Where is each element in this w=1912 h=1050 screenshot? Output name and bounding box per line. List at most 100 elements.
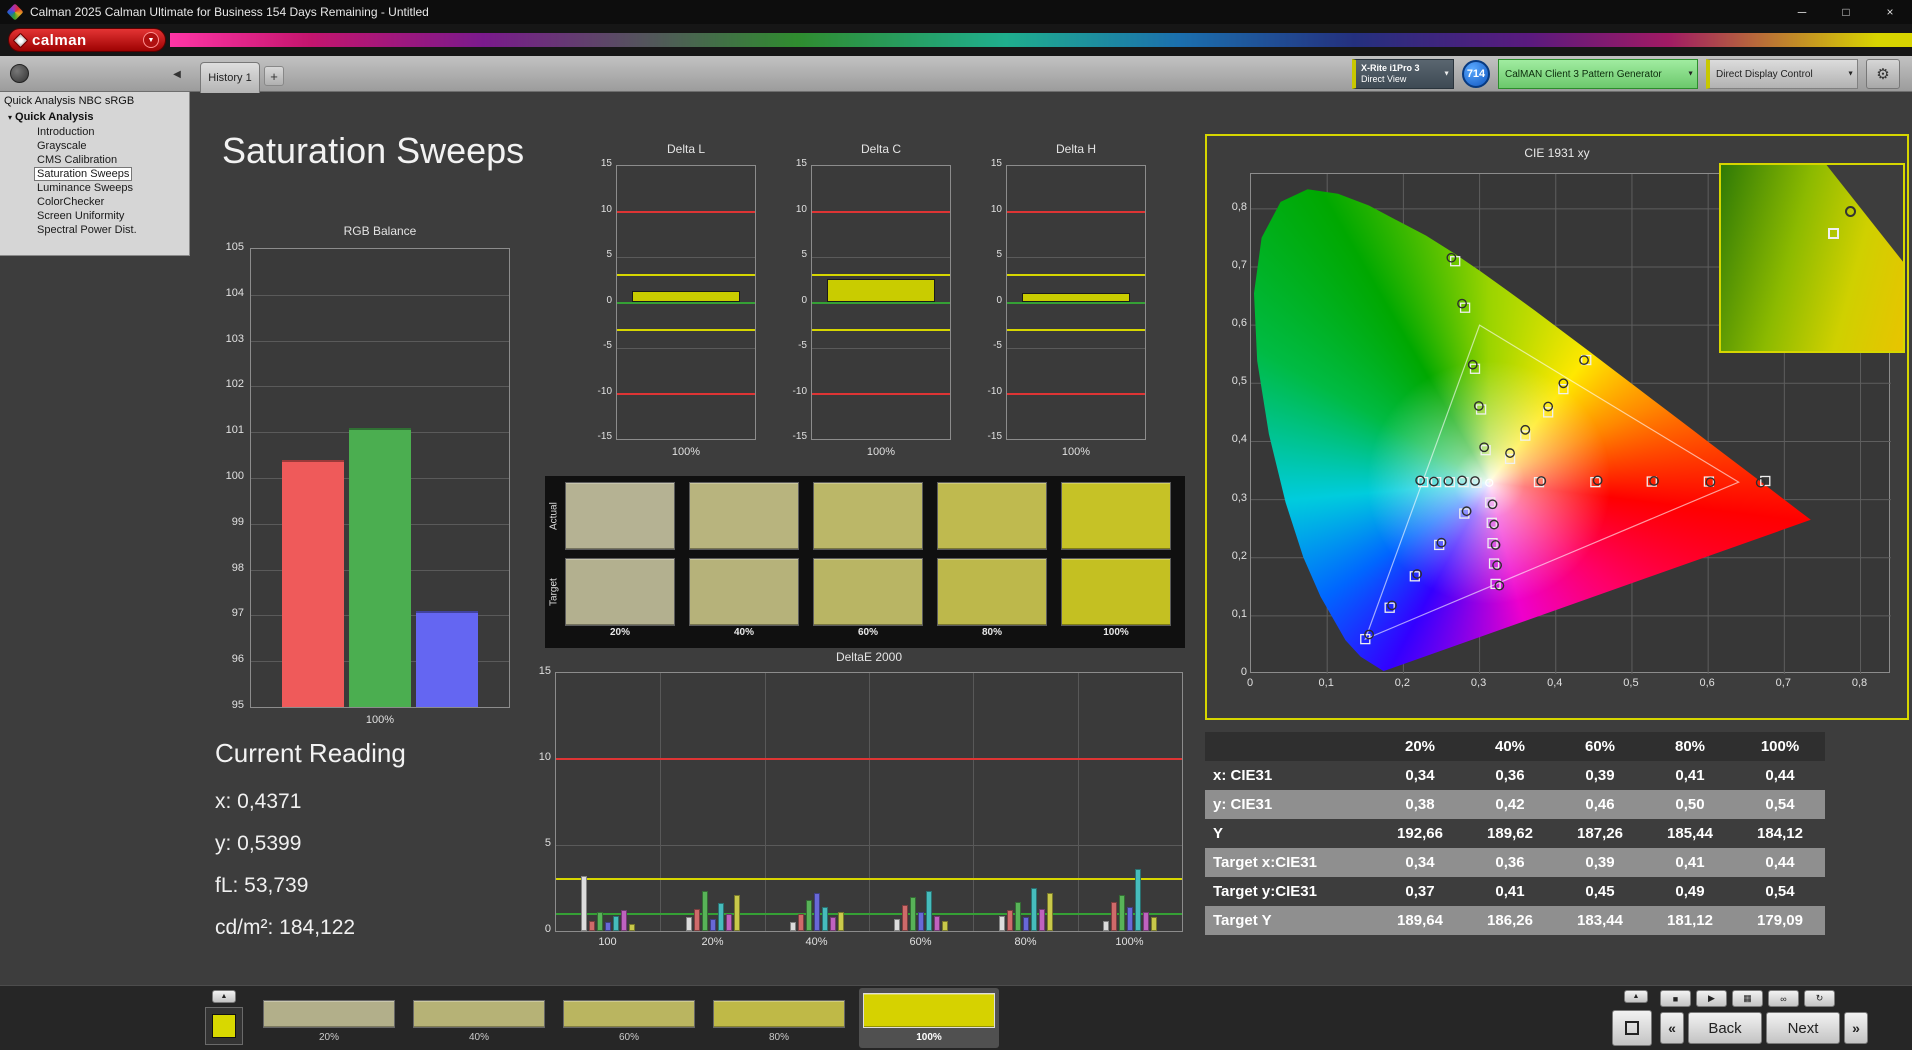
deltae-bar <box>830 917 836 931</box>
delta-h-chart <box>1006 165 1146 440</box>
limit-line-yellow <box>812 274 950 277</box>
pattern-level-label: 20% <box>318 1032 339 1043</box>
sidebar-item-colorchecker[interactable]: ColorChecker <box>34 195 107 209</box>
ylab: 97 <box>231 607 244 620</box>
cie-y-axis: 0 0,1 0,2 0,3 0,4 0,5 0,6 0,7 0,8 <box>1211 173 1247 678</box>
deltae-bar <box>999 915 1005 931</box>
table-cell: 0,36 <box>1495 767 1525 784</box>
save-button[interactable]: ▦ <box>1732 990 1763 1007</box>
meter-dropdown[interactable]: X-Rite i1Pro 3 Direct View ▼ <box>1352 59 1454 89</box>
chevron-down-icon[interactable]: ▼ <box>143 32 159 48</box>
ylab: -5 <box>798 340 807 351</box>
ylab: 101 <box>225 424 244 437</box>
add-tab-button[interactable]: + <box>264 66 284 86</box>
play-button[interactable]: ▶ <box>1696 990 1727 1007</box>
deltae-x-label: 60% <box>909 936 932 948</box>
pattern-generator-dropdown[interactable]: CalMAN Client 3 Pattern Generator ▼ <box>1498 59 1698 89</box>
meter-name: X-Rite i1Pro 3 <box>1361 63 1420 73</box>
delta-c-y-axis: 15 10 5 0 -5 -10 -15 <box>773 158 807 442</box>
controls-expand-button[interactable]: ▲ <box>1624 990 1648 1003</box>
close-button[interactable]: × <box>1868 0 1912 24</box>
deltae-bar <box>1111 901 1117 931</box>
sidebar-root-quick-analysis[interactable]: ▾ Quick Analysis <box>0 109 189 125</box>
table-cell: 0,45 <box>1585 883 1615 900</box>
table-cell: 179,09 <box>1757 912 1803 929</box>
delta-bar <box>632 290 740 303</box>
panel-options-button[interactable] <box>10 64 29 83</box>
deltae-2000-y-axis: 15 10 5 0 <box>517 665 551 935</box>
pattern-level-button-20%[interactable]: 20% <box>259 988 399 1048</box>
current-reading-heading: Current Reading <box>215 738 406 768</box>
pattern-level-button-80%[interactable]: 80% <box>709 988 849 1048</box>
continuous-read-button[interactable]: ∞ <box>1768 990 1799 1007</box>
ylab: 105 <box>225 241 244 253</box>
pattern-panel-expand-button[interactable]: ▲ <box>212 990 236 1003</box>
calman-menu-button[interactable]: calman ▼ <box>8 28 166 52</box>
ylab: -15 <box>792 431 807 442</box>
sidebar-item-grayscale[interactable]: Grayscale <box>34 139 90 153</box>
deltae-bar <box>894 918 900 931</box>
gridline <box>617 257 755 258</box>
deltae-2000-title: DeltaE 2000 <box>835 650 903 664</box>
swatch-column-label: 20% <box>609 627 630 638</box>
cie-x-tick: 0,1 <box>1318 677 1334 689</box>
sidebar-item-cms-calibration[interactable]: CMS Calibration <box>34 153 120 167</box>
table-cell: 0,36 <box>1495 854 1525 871</box>
swatch-column-label: 40% <box>733 627 754 638</box>
pattern-level-button-40%[interactable]: 40% <box>409 988 549 1048</box>
pattern-color-toggle-button[interactable] <box>205 1007 243 1045</box>
ylab: 5 <box>801 249 807 260</box>
minimize-button[interactable]: ─ <box>1780 0 1824 24</box>
actual-swatch-100% <box>1061 482 1171 550</box>
layout-view-button[interactable] <box>1612 1010 1652 1046</box>
sidebar-item-luminance-sweeps[interactable]: Luminance Sweeps <box>34 181 136 195</box>
ylab: 0 <box>544 923 551 935</box>
sidebar-item-saturation-sweeps[interactable]: Saturation Sweeps <box>34 167 133 181</box>
deltae-bar <box>1031 888 1037 931</box>
saturation-data-table: 20% 40% 60% 80% 100% x: CIE31 0,34 0,36 0,39 0,41… <box>1205 732 1825 935</box>
pattern-level-button-60%[interactable]: 60% <box>559 988 699 1048</box>
back-arrow-button[interactable]: « <box>1660 1012 1684 1044</box>
saturation-swatch-panel: Actual Target 20% 40% 60% 80% 100% <box>545 476 1185 648</box>
chevron-down-icon: ▼ <box>1443 70 1450 78</box>
table-cell: 185,44 <box>1667 825 1713 842</box>
yellow-measured-marker <box>1543 401 1554 412</box>
display-control-label: Direct Display Control <box>1716 68 1813 80</box>
deltae-bar <box>621 910 627 931</box>
meter-reading-badge: 714 <box>1462 60 1490 88</box>
green-measured-marker <box>1473 401 1484 411</box>
red-measured-marker <box>1649 476 1659 486</box>
ylab: -15 <box>987 431 1002 442</box>
settings-gear-button[interactable]: ⚙ <box>1866 59 1900 89</box>
ylab: 100 <box>225 470 244 482</box>
deltae-bar <box>1007 910 1013 931</box>
tab-history-1[interactable]: History 1 <box>200 62 260 93</box>
table-header-cell: 80% <box>1674 738 1706 755</box>
cie-y-tick: 0,2 <box>1231 549 1247 562</box>
swatch-column-label: 80% <box>981 627 1002 638</box>
maximize-button[interactable]: □ <box>1824 0 1868 24</box>
ylab: -15 <box>597 431 612 442</box>
table-cell: 0,44 <box>1765 767 1795 784</box>
ylab: 0 <box>801 294 807 306</box>
next-arrow-button[interactable]: » <box>1844 1012 1868 1044</box>
display-control-dropdown[interactable]: Direct Display Control ▼ <box>1706 59 1858 89</box>
cie-y-tick: 0,7 <box>1231 259 1247 272</box>
refresh-button[interactable]: ↻ <box>1804 990 1835 1007</box>
sidebar-item-spectral-power-dist[interactable]: Spectral Power Dist. <box>34 223 140 237</box>
sidebar-item-screen-uniformity[interactable]: Screen Uniformity <box>34 209 127 223</box>
deltae-bar <box>718 903 724 931</box>
limit-line-green <box>556 912 1182 915</box>
swatch-column-label: 100% <box>1103 627 1129 638</box>
collapse-sidebar-button[interactable]: ◀ <box>168 64 186 84</box>
stop-button[interactable]: ■ <box>1660 990 1691 1007</box>
ylab: 0 <box>606 294 612 306</box>
red-target-marker <box>1590 476 1601 488</box>
tabbar: ◀ History 1 + X-Rite i1Pro 3 Direct View… <box>0 56 1912 93</box>
pattern-level-button-100%[interactable]: 100% <box>859 988 999 1048</box>
app-icon <box>6 3 24 21</box>
ylab: 95 <box>231 699 244 711</box>
next-button[interactable]: Next <box>1766 1012 1840 1044</box>
back-button[interactable]: Back <box>1688 1012 1762 1044</box>
sidebar-item-introduction[interactable]: Introduction <box>34 125 97 139</box>
